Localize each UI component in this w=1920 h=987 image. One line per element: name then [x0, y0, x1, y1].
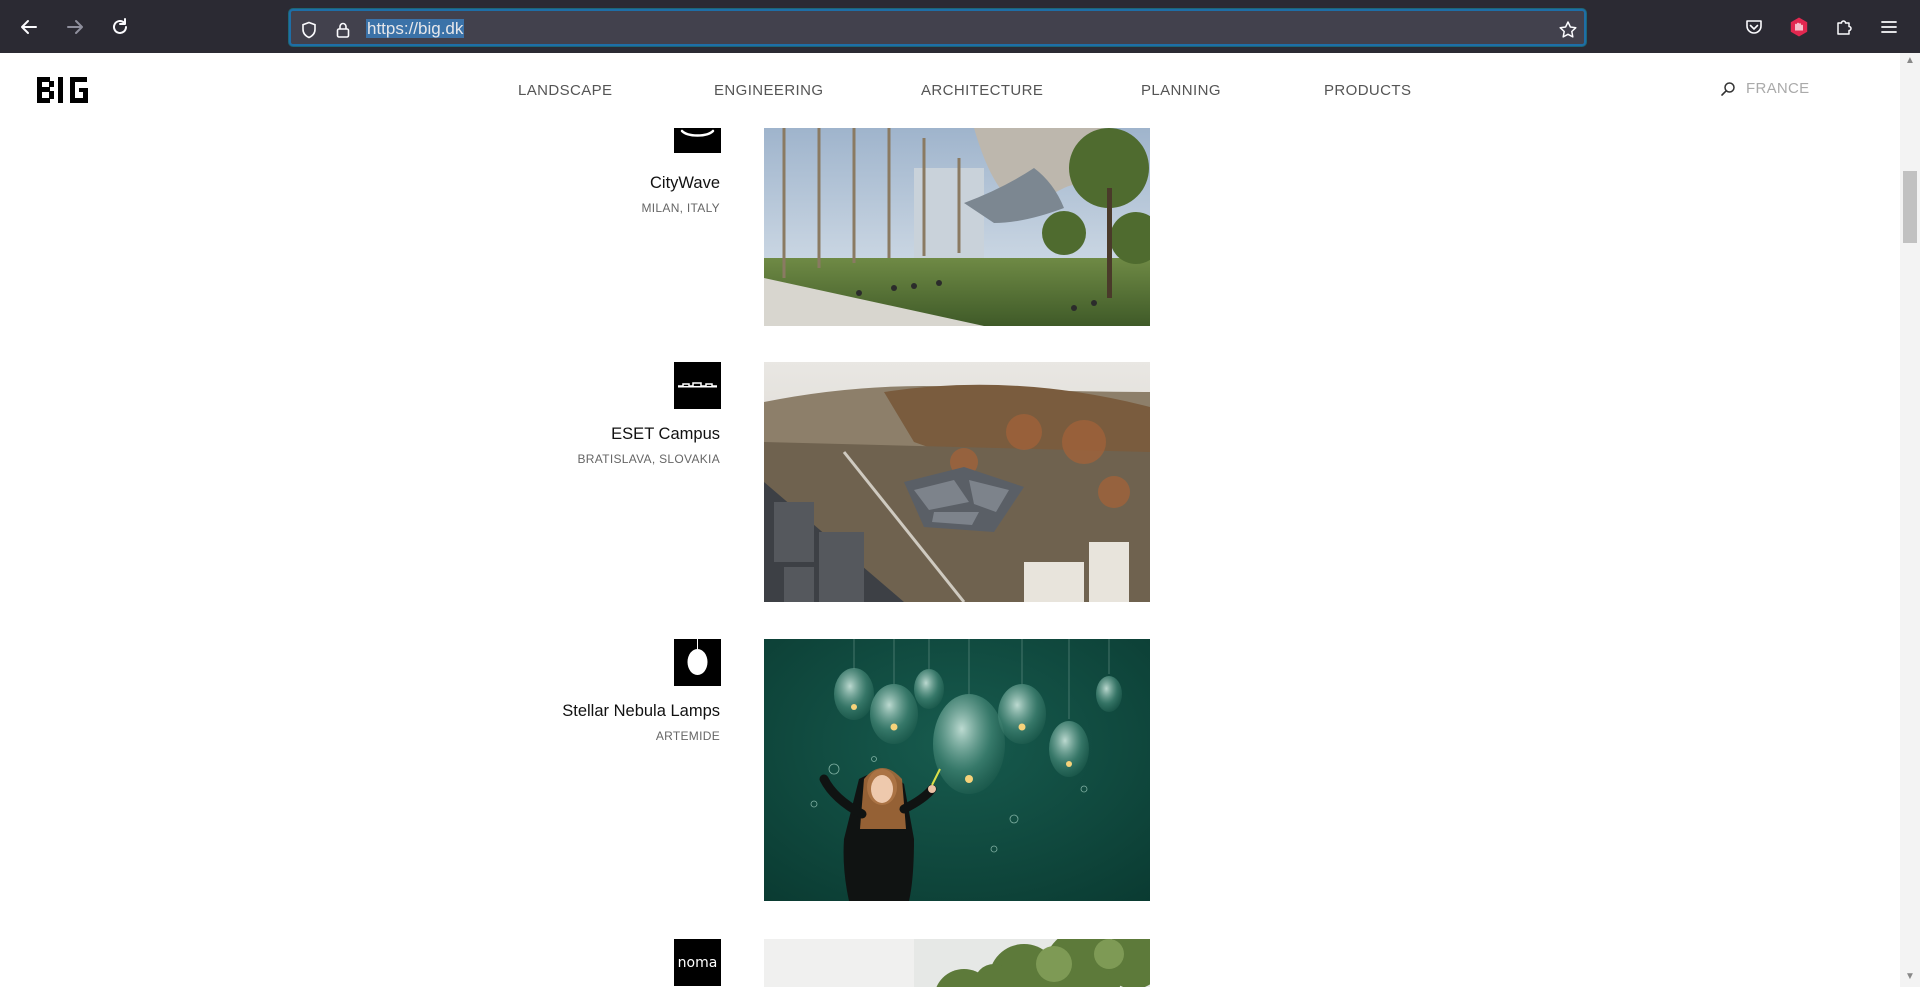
- nav-landscape[interactable]: LANDSCAPE: [518, 82, 612, 99]
- project-image-eset-campus[interactable]: [764, 362, 1150, 602]
- back-arrow-icon[interactable]: [12, 10, 46, 44]
- scrollbar-thumb[interactable]: [1903, 171, 1917, 243]
- project-location: MILAN, ITALY: [641, 201, 720, 215]
- big-logo-mark: [37, 77, 88, 103]
- nav-engineering[interactable]: ENGINEERING: [714, 82, 823, 99]
- address-bar[interactable]: https://big.dk: [289, 9, 1586, 46]
- pocket-icon[interactable]: [1741, 14, 1767, 40]
- project-image-noma[interactable]: [764, 939, 1150, 987]
- scroll-up-icon[interactable]: ▲: [1904, 55, 1916, 67]
- nav-products[interactable]: PRODUCTS: [1324, 82, 1411, 99]
- project-icon-citywave: [674, 128, 721, 153]
- project-title[interactable]: ESET Campus: [611, 425, 720, 444]
- project-location: BRATISLAVA, SLOVAKIA: [577, 452, 720, 466]
- project-icon-eset-campus: [674, 362, 721, 409]
- search-control[interactable]: FRANCE: [1720, 80, 1809, 97]
- big-logo[interactable]: [37, 77, 91, 108]
- project-image-stellar-nebula-lamps[interactable]: [764, 639, 1150, 901]
- project-title[interactable]: Stellar Nebula Lamps: [562, 702, 720, 721]
- shield-icon[interactable]: [298, 19, 320, 41]
- lock-icon[interactable]: [332, 19, 354, 41]
- forward-arrow-icon[interactable]: [58, 10, 92, 44]
- project-image-citywave[interactable]: [764, 128, 1150, 326]
- scroll-down-icon[interactable]: ▼: [1904, 971, 1916, 983]
- url-text[interactable]: https://big.dk: [366, 19, 465, 38]
- nav-planning[interactable]: PLANNING: [1141, 82, 1221, 99]
- noma-icon-text: noma: [677, 954, 718, 971]
- project-title[interactable]: CityWave: [650, 174, 720, 193]
- site-header: LANDSCAPE ENGINEERING ARCHITECTURE PLANN…: [0, 53, 1900, 128]
- nav-architecture[interactable]: ARCHITECTURE: [921, 82, 1043, 99]
- page-scrollbar[interactable]: ▲ ▼: [1900, 53, 1920, 987]
- puzzle-icon[interactable]: [1831, 14, 1857, 40]
- extension-block-icon[interactable]: [1786, 14, 1812, 40]
- project-list: CityWave MILAN, ITALY ESET Campus BRATIS…: [0, 128, 1900, 987]
- star-icon[interactable]: [1557, 19, 1579, 41]
- menu-icon[interactable]: [1876, 14, 1902, 40]
- search-icon: [1721, 81, 1735, 96]
- reload-icon[interactable]: [103, 10, 137, 44]
- project-location: ARTEMIDE: [655, 729, 720, 743]
- browser-toolbar: https://big.dk: [0, 0, 1920, 53]
- project-icon-stellar-nebula-lamps: [674, 639, 721, 686]
- project-icon-noma: noma: [674, 939, 721, 986]
- search-placeholder: FRANCE: [1746, 80, 1810, 97]
